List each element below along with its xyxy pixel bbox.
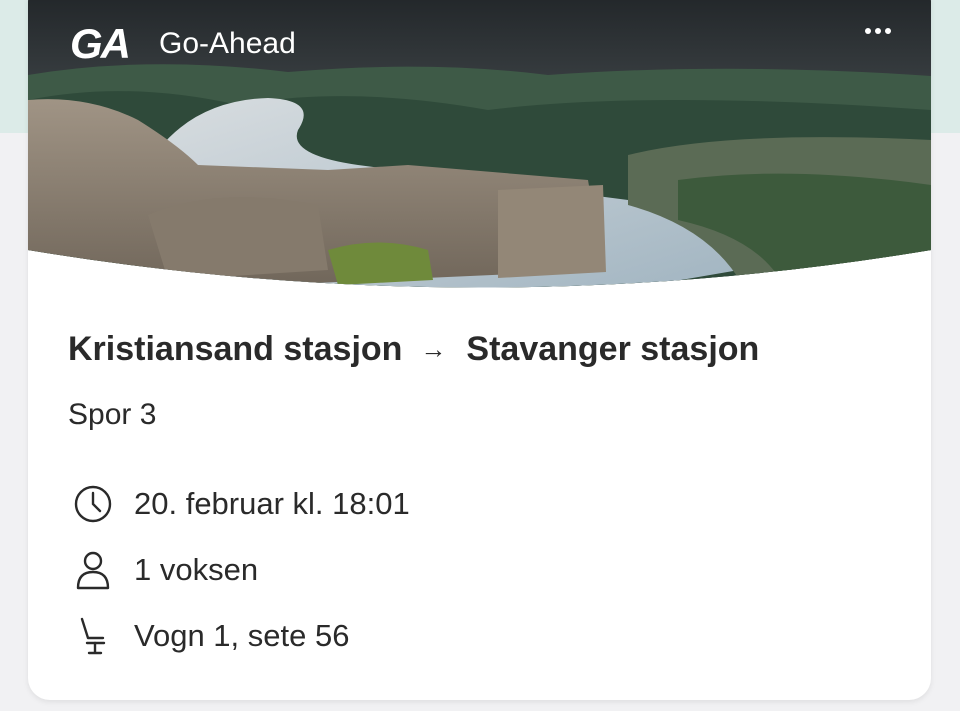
seat-assignment: Vogn 1, sete 56 xyxy=(134,618,350,653)
trip-details: 20. februar kl. 18:01 1 voksen Vogn 1, s… xyxy=(72,482,410,680)
brand-name: Go-Ahead xyxy=(159,27,296,60)
more-dot xyxy=(875,28,881,34)
arrow-right-icon: → xyxy=(420,334,447,364)
clock-icon xyxy=(72,483,114,525)
ticket-card[interactable]: GA Go-Ahead Kristiansand stasjon → Stava… xyxy=(28,0,931,700)
departure-time: 20. februar kl. 18:01 xyxy=(134,486,410,521)
brand-header: GA Go-Ahead xyxy=(70,23,296,65)
route-title: Kristiansand stasjon → Stavanger stasjon xyxy=(68,330,759,369)
destination-station: Stavanger stasjon xyxy=(466,330,760,368)
more-dot xyxy=(885,28,891,34)
platform-label: Spor 3 xyxy=(68,398,157,431)
passenger-count: 1 voksen xyxy=(134,552,259,587)
departure-time-row: 20. februar kl. 18:01 xyxy=(72,482,410,526)
person-icon xyxy=(72,549,114,591)
seat-icon xyxy=(72,615,114,657)
passengers-row: 1 voksen xyxy=(72,548,410,592)
origin-station: Kristiansand stasjon xyxy=(68,330,403,368)
go-ahead-logo: GA xyxy=(70,20,131,67)
more-dot xyxy=(865,28,871,34)
seat-row: Vogn 1, sete 56 xyxy=(72,614,410,658)
more-options-icon[interactable] xyxy=(865,28,891,34)
